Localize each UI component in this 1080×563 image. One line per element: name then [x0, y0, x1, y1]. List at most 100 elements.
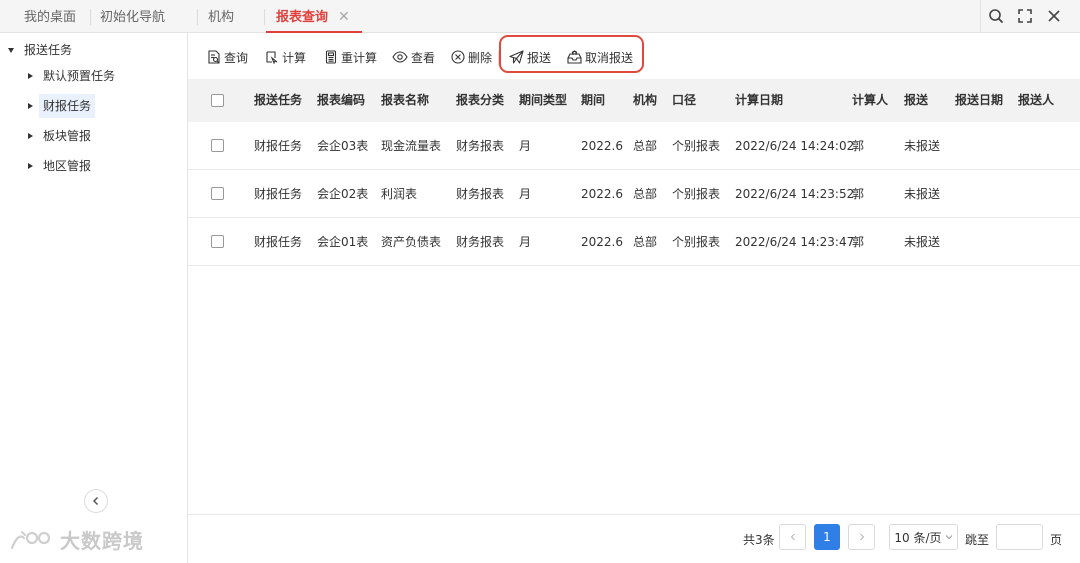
- tree-label: 板块管报: [43, 129, 92, 143]
- cell-name: 利润表: [381, 187, 418, 201]
- column-header[interactable]: 报送任务: [254, 79, 302, 122]
- row-checkbox[interactable]: [211, 234, 224, 248]
- delete-circle-icon: [451, 50, 465, 64]
- column-header[interactable]: 期间类型: [519, 79, 567, 122]
- row-checkbox[interactable]: [211, 186, 224, 200]
- cell-period-type: 月: [519, 139, 532, 153]
- column-header[interactable]: 计算日期: [735, 79, 783, 122]
- tab-label: 我的桌面: [24, 10, 77, 25]
- calculate-icon: [266, 51, 278, 64]
- send-label: 报送: [527, 50, 552, 65]
- cell-code: 会企02表: [317, 187, 369, 201]
- column-header[interactable]: 报表分类: [456, 79, 504, 122]
- cell-send-status: 未报送: [904, 235, 941, 249]
- cell-task: 财报任务: [254, 235, 303, 249]
- tab-my-desktop[interactable]: 我的桌面: [24, 0, 76, 33]
- table-header: 报送任务 报表编码 报表名称 报表分类 期间类型 期间 机构 口径 计算日期 计…: [188, 79, 1080, 122]
- goto-page-input[interactable]: [996, 524, 1043, 550]
- tab-init-navigation[interactable]: 初始化导航: [100, 0, 165, 33]
- cell-send-status: 未报送: [904, 139, 941, 153]
- caret-down-icon[interactable]: [8, 47, 14, 53]
- cancel-send-label: 取消报送: [585, 50, 634, 65]
- recalculate-label: 重计算: [341, 50, 378, 65]
- row-checkbox[interactable]: [211, 138, 224, 152]
- column-header[interactable]: 报送: [904, 79, 928, 122]
- column-header[interactable]: 机构: [633, 79, 657, 122]
- calculate-button[interactable]: 计算: [265, 48, 306, 66]
- watermark-text: 大数跨境: [60, 529, 144, 553]
- column-header[interactable]: 报送日期: [955, 79, 1003, 122]
- watermark-logo-icon: [10, 530, 51, 549]
- tab-label: 机构: [208, 10, 235, 25]
- cell-period-type: 月: [519, 235, 532, 249]
- column-header[interactable]: 报表编码: [317, 79, 365, 122]
- tab-report-query[interactable]: 报表查询 ✕: [266, 0, 362, 35]
- caret-right-icon[interactable]: [28, 133, 33, 139]
- cell-send-status: 未报送: [904, 187, 941, 201]
- caret-right-icon[interactable]: [28, 73, 33, 79]
- tab-label: 报表查询: [276, 10, 329, 25]
- cell-period-type: 月: [519, 187, 532, 201]
- sidebar-tree: 报送任务 默认预置任务 财报任务 板块管报 地区管报: [0, 33, 188, 563]
- send-button[interactable]: 报送: [509, 48, 551, 66]
- tab-organization[interactable]: 机构: [208, 0, 234, 33]
- cell-period: 2022.6: [581, 235, 623, 249]
- chevron-right-icon: [859, 533, 864, 541]
- column-header[interactable]: 口径: [672, 79, 696, 122]
- cell-scope: 个别报表: [672, 235, 721, 249]
- cell-scope: 个别报表: [672, 187, 721, 201]
- fullscreen-icon[interactable]: [1014, 5, 1036, 27]
- query-button[interactable]: 查询: [207, 48, 248, 66]
- cell-calculator: 郭: [852, 139, 865, 153]
- tree-root-report-tasks[interactable]: 报送任务: [8, 38, 72, 62]
- table-row[interactable]: 财报任务 会企02表 利润表 财务报表 月 2022.6 总部 个别报表 202…: [188, 170, 1080, 218]
- column-header[interactable]: 期间: [581, 79, 605, 122]
- cell-category: 财务报表: [456, 235, 505, 249]
- page-number-button[interactable]: 1: [814, 524, 840, 550]
- tree-item-region-report[interactable]: 地区管报: [28, 154, 91, 178]
- total-count: 共3条: [743, 533, 775, 547]
- eye-icon: [392, 51, 408, 63]
- prev-page-button[interactable]: [779, 524, 806, 550]
- paper-plane-icon: [509, 50, 524, 64]
- close-icon[interactable]: [1043, 5, 1065, 27]
- cell-calc-date: 2022/6/24 14:23:52: [735, 187, 855, 201]
- column-header[interactable]: 报送人: [1018, 79, 1054, 122]
- select-all-checkbox[interactable]: [211, 93, 224, 107]
- delete-button[interactable]: 删除: [451, 48, 492, 66]
- tree-label: 地区管报: [43, 159, 92, 173]
- tree-label: 报送任务: [24, 43, 73, 57]
- search-icon[interactable]: [985, 5, 1007, 27]
- toolbar-divider: [498, 51, 499, 65]
- chevron-left-icon: [790, 533, 795, 541]
- caret-right-icon[interactable]: [28, 103, 33, 109]
- tree-item-financial-task[interactable]: 财报任务: [28, 94, 96, 118]
- column-header[interactable]: 计算人: [852, 79, 888, 122]
- page-suffix-label: 页: [1050, 533, 1063, 547]
- chevron-left-icon[interactable]: [84, 489, 108, 513]
- caret-right-icon[interactable]: [28, 163, 33, 169]
- table-row[interactable]: 财报任务 会企01表 资产负债表 财务报表 月 2022.6 总部 个别报表 2…: [188, 218, 1080, 266]
- calculator-icon: [325, 50, 337, 64]
- tree-item-segment-report[interactable]: 板块管报: [28, 124, 91, 148]
- tab-close-icon[interactable]: ✕: [338, 0, 350, 35]
- table-row[interactable]: 财报任务 会企03表 现金流量表 财务报表 月 2022.6 总部 个别报表 2…: [188, 122, 1080, 170]
- pagination-divider: [188, 514, 1080, 515]
- tab-label: 初始化导航: [100, 10, 166, 25]
- chevron-down-icon: [945, 535, 952, 540]
- view-button[interactable]: 查看: [392, 48, 435, 66]
- tree-item-default-preset[interactable]: 默认预置任务: [28, 64, 115, 88]
- cell-calculator: 郭: [852, 187, 865, 201]
- cancel-send-button[interactable]: 取消报送: [567, 48, 633, 66]
- cell-name: 现金流量表: [381, 139, 442, 153]
- recalculate-button[interactable]: 重计算: [324, 48, 377, 66]
- goto-label: 跳至: [965, 533, 990, 547]
- cell-org: 总部: [633, 235, 658, 249]
- cell-name: 资产负债表: [381, 235, 442, 249]
- tree-label: 默认预置任务: [43, 69, 116, 83]
- query-label: 查询: [224, 50, 249, 65]
- column-header[interactable]: 报表名称: [381, 79, 429, 122]
- cell-calculator: 郭: [852, 235, 865, 249]
- next-page-button[interactable]: [848, 524, 875, 550]
- page-size-select[interactable]: 10 条/页: [889, 524, 958, 550]
